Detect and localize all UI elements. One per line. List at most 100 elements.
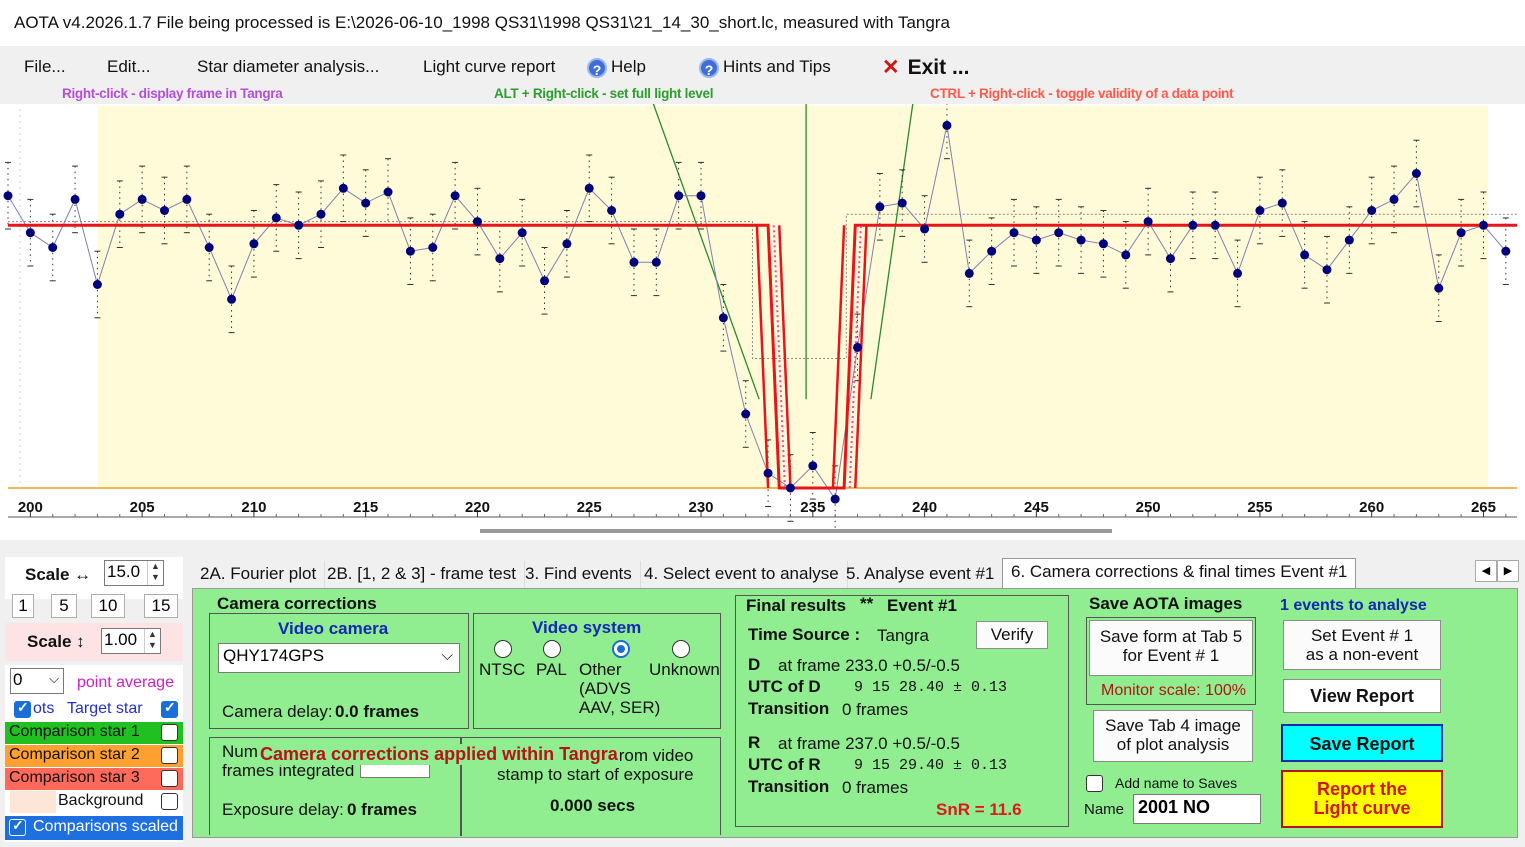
x-tick-label: 245 — [1024, 499, 1049, 516]
menu-help[interactable]: ? Help — [587, 57, 646, 78]
spinner-arrows-icon[interactable]: ▲ ▼ — [144, 629, 160, 653]
plot-scrollbar[interactable] — [480, 529, 1112, 533]
light-curve-plot[interactable]: 200 205 210 215 220 225 230 235 240 245 250 255 260 2… — [0, 91, 1525, 540]
data-point — [1277, 198, 1287, 208]
dots-checkbox[interactable] — [14, 699, 31, 718]
other-sub1: (ADVS — [579, 679, 631, 698]
scale-v-spinner[interactable]: 1.00 ▲ ▼ — [101, 628, 161, 654]
transition-d-label: Transition — [748, 699, 830, 718]
comparisons-scaled-checkbox[interactable] — [9, 817, 26, 836]
unknown-radio[interactable] — [672, 640, 690, 658]
tab-select-event[interactable]: 4. Select event to analyse — [636, 561, 848, 588]
transition-r-value: 0 frames — [842, 778, 909, 797]
menu-file[interactable]: File... — [24, 57, 66, 77]
verify-button[interactable]: Verify — [976, 621, 1048, 649]
data-point — [1098, 239, 1108, 249]
data-point — [361, 198, 371, 208]
data-point — [629, 257, 639, 267]
pal-radio[interactable] — [543, 640, 561, 658]
transition-r-label: Transition — [748, 777, 830, 796]
tab-fourier-plot[interactable]: 2A. Fourier plot — [192, 561, 326, 588]
menu-light-curve-report[interactable]: Light curve report — [423, 57, 555, 77]
name-input[interactable]: 2001 NO — [1133, 794, 1261, 824]
other-radio[interactable] — [612, 640, 630, 658]
tab-analyse-event[interactable]: 5. Analyse event #1 — [838, 561, 1004, 588]
final-results-title: Final results — [746, 596, 847, 615]
events-count-label: 1 events to analyse — [1280, 597, 1427, 614]
x-tick-label: 215 — [353, 499, 378, 516]
point-average-select[interactable]: 0 ⌵ — [10, 668, 64, 694]
save-form-button[interactable]: Save form at Tab 5 for Event # 1 — [1089, 620, 1253, 676]
background-checkbox[interactable] — [161, 793, 178, 810]
exposure-delay-label: Exposure delay: — [222, 800, 344, 819]
hint-ctrl-right-click: CTRL + Right-click - toggle validity of … — [930, 86, 1234, 101]
light-curve-svg[interactable]: 200 205 210 215 220 225 230 235 240 245 250 255 260 2… — [0, 91, 1525, 540]
view-report-button[interactable]: View Report — [1283, 679, 1441, 713]
comparison-3-checkbox[interactable] — [161, 770, 178, 787]
background-swatch — [10, 791, 56, 813]
data-point — [1121, 250, 1131, 260]
help-icon: ? — [587, 58, 607, 78]
stamp-to-start-label: stamp to start of exposure — [497, 765, 694, 784]
report-line2: Light curve — [1313, 798, 1411, 818]
time-source-value: Tangra — [877, 626, 929, 645]
data-point — [182, 194, 192, 204]
close-icon: ✕ — [882, 56, 900, 79]
tab-scroll-right-icon[interactable]: ▶ — [1497, 560, 1519, 582]
target-star-label: Target star — [67, 700, 143, 717]
save-report-button[interactable]: Save Report — [1281, 724, 1443, 762]
tab-scroll-left-icon[interactable]: ◀ — [1475, 560, 1497, 582]
target-star-checkbox[interactable] — [161, 699, 178, 718]
x-tick-label: 255 — [1247, 499, 1272, 516]
final-results-stars: ** — [860, 594, 874, 613]
data-point — [718, 313, 728, 323]
scale-btn-15[interactable]: 15 — [144, 594, 178, 618]
tab-find-events[interactable]: 3. Find events — [517, 561, 641, 588]
set-non-event-button[interactable]: Set Event # 1 as a non-event — [1283, 620, 1441, 670]
data-point — [294, 220, 304, 230]
data-point — [920, 224, 930, 234]
data-point — [1210, 220, 1220, 230]
menu-star-diameter[interactable]: Star diameter analysis... — [197, 57, 379, 77]
data-point — [1411, 169, 1421, 178]
data-point — [70, 194, 80, 204]
data-point — [964, 268, 974, 278]
scale-h-spinner[interactable]: 15.0 ▲ ▼ — [104, 560, 164, 586]
comparison-2-checkbox[interactable] — [161, 747, 178, 764]
save-tab4-line2: of plot analysis — [1116, 735, 1230, 754]
final-results-group: Final results ** Event #1 Time Source : … — [735, 594, 1069, 827]
camera-select[interactable]: QHY174GPS ⌵ — [218, 643, 460, 673]
r-label: R — [748, 733, 761, 752]
menu-hints-tips[interactable]: ? Hints and Tips — [699, 57, 831, 78]
scale-btn-10[interactable]: 10 — [91, 594, 125, 618]
ntsc-radio[interactable] — [494, 640, 512, 658]
data-point — [741, 409, 751, 419]
num-frames-label: Num — [222, 742, 258, 761]
add-name-checkbox[interactable] — [1086, 775, 1103, 792]
unknown-label: Unknown — [649, 660, 720, 679]
transition-d-value: 0 frames — [842, 700, 909, 719]
data-point — [159, 206, 169, 215]
data-point — [405, 246, 415, 256]
tab-camera-corrections[interactable]: 6. Camera corrections & final times Even… — [1002, 558, 1357, 588]
camera-corrections-overlay: Camera corrections applied within Tangra — [258, 744, 620, 765]
data-point — [651, 257, 661, 267]
spinner-arrows-icon[interactable]: ▲ ▼ — [147, 561, 163, 585]
scale-h-value: 15.0 — [107, 562, 141, 581]
scale-btn-1[interactable]: 1 — [12, 594, 34, 618]
save-tab4-button[interactable]: Save Tab 4 image of plot analysis — [1093, 710, 1253, 762]
tab-frame-test[interactable]: 2B. [1, 2 & 3] - frame test — [319, 561, 525, 588]
report-light-curve-button[interactable]: Report the Light curve — [1281, 770, 1443, 828]
comparison-1-checkbox[interactable] — [161, 724, 178, 741]
camera-delay-value: 0.0 frames — [335, 702, 420, 721]
utc-r-value: 9 15 29.40 ± 0.13 — [854, 757, 1008, 774]
scale-btn-5[interactable]: 5 — [51, 594, 77, 618]
menu-edit[interactable]: Edit... — [107, 57, 150, 77]
x-tick-label: 235 — [800, 499, 825, 516]
scale-v-row: Scale ↕ 1.00 ▲ ▼ — [5, 623, 183, 661]
x-tick-label: 210 — [241, 499, 266, 516]
window-title: AOTA v4.2026.1.7 File being processed is… — [0, 0, 1525, 46]
menu-exit[interactable]: ✕ Exit ... — [882, 55, 969, 80]
save-form-line1: Save form at Tab 5 — [1099, 627, 1243, 646]
set-event-line1: Set Event # 1 — [1310, 626, 1414, 645]
